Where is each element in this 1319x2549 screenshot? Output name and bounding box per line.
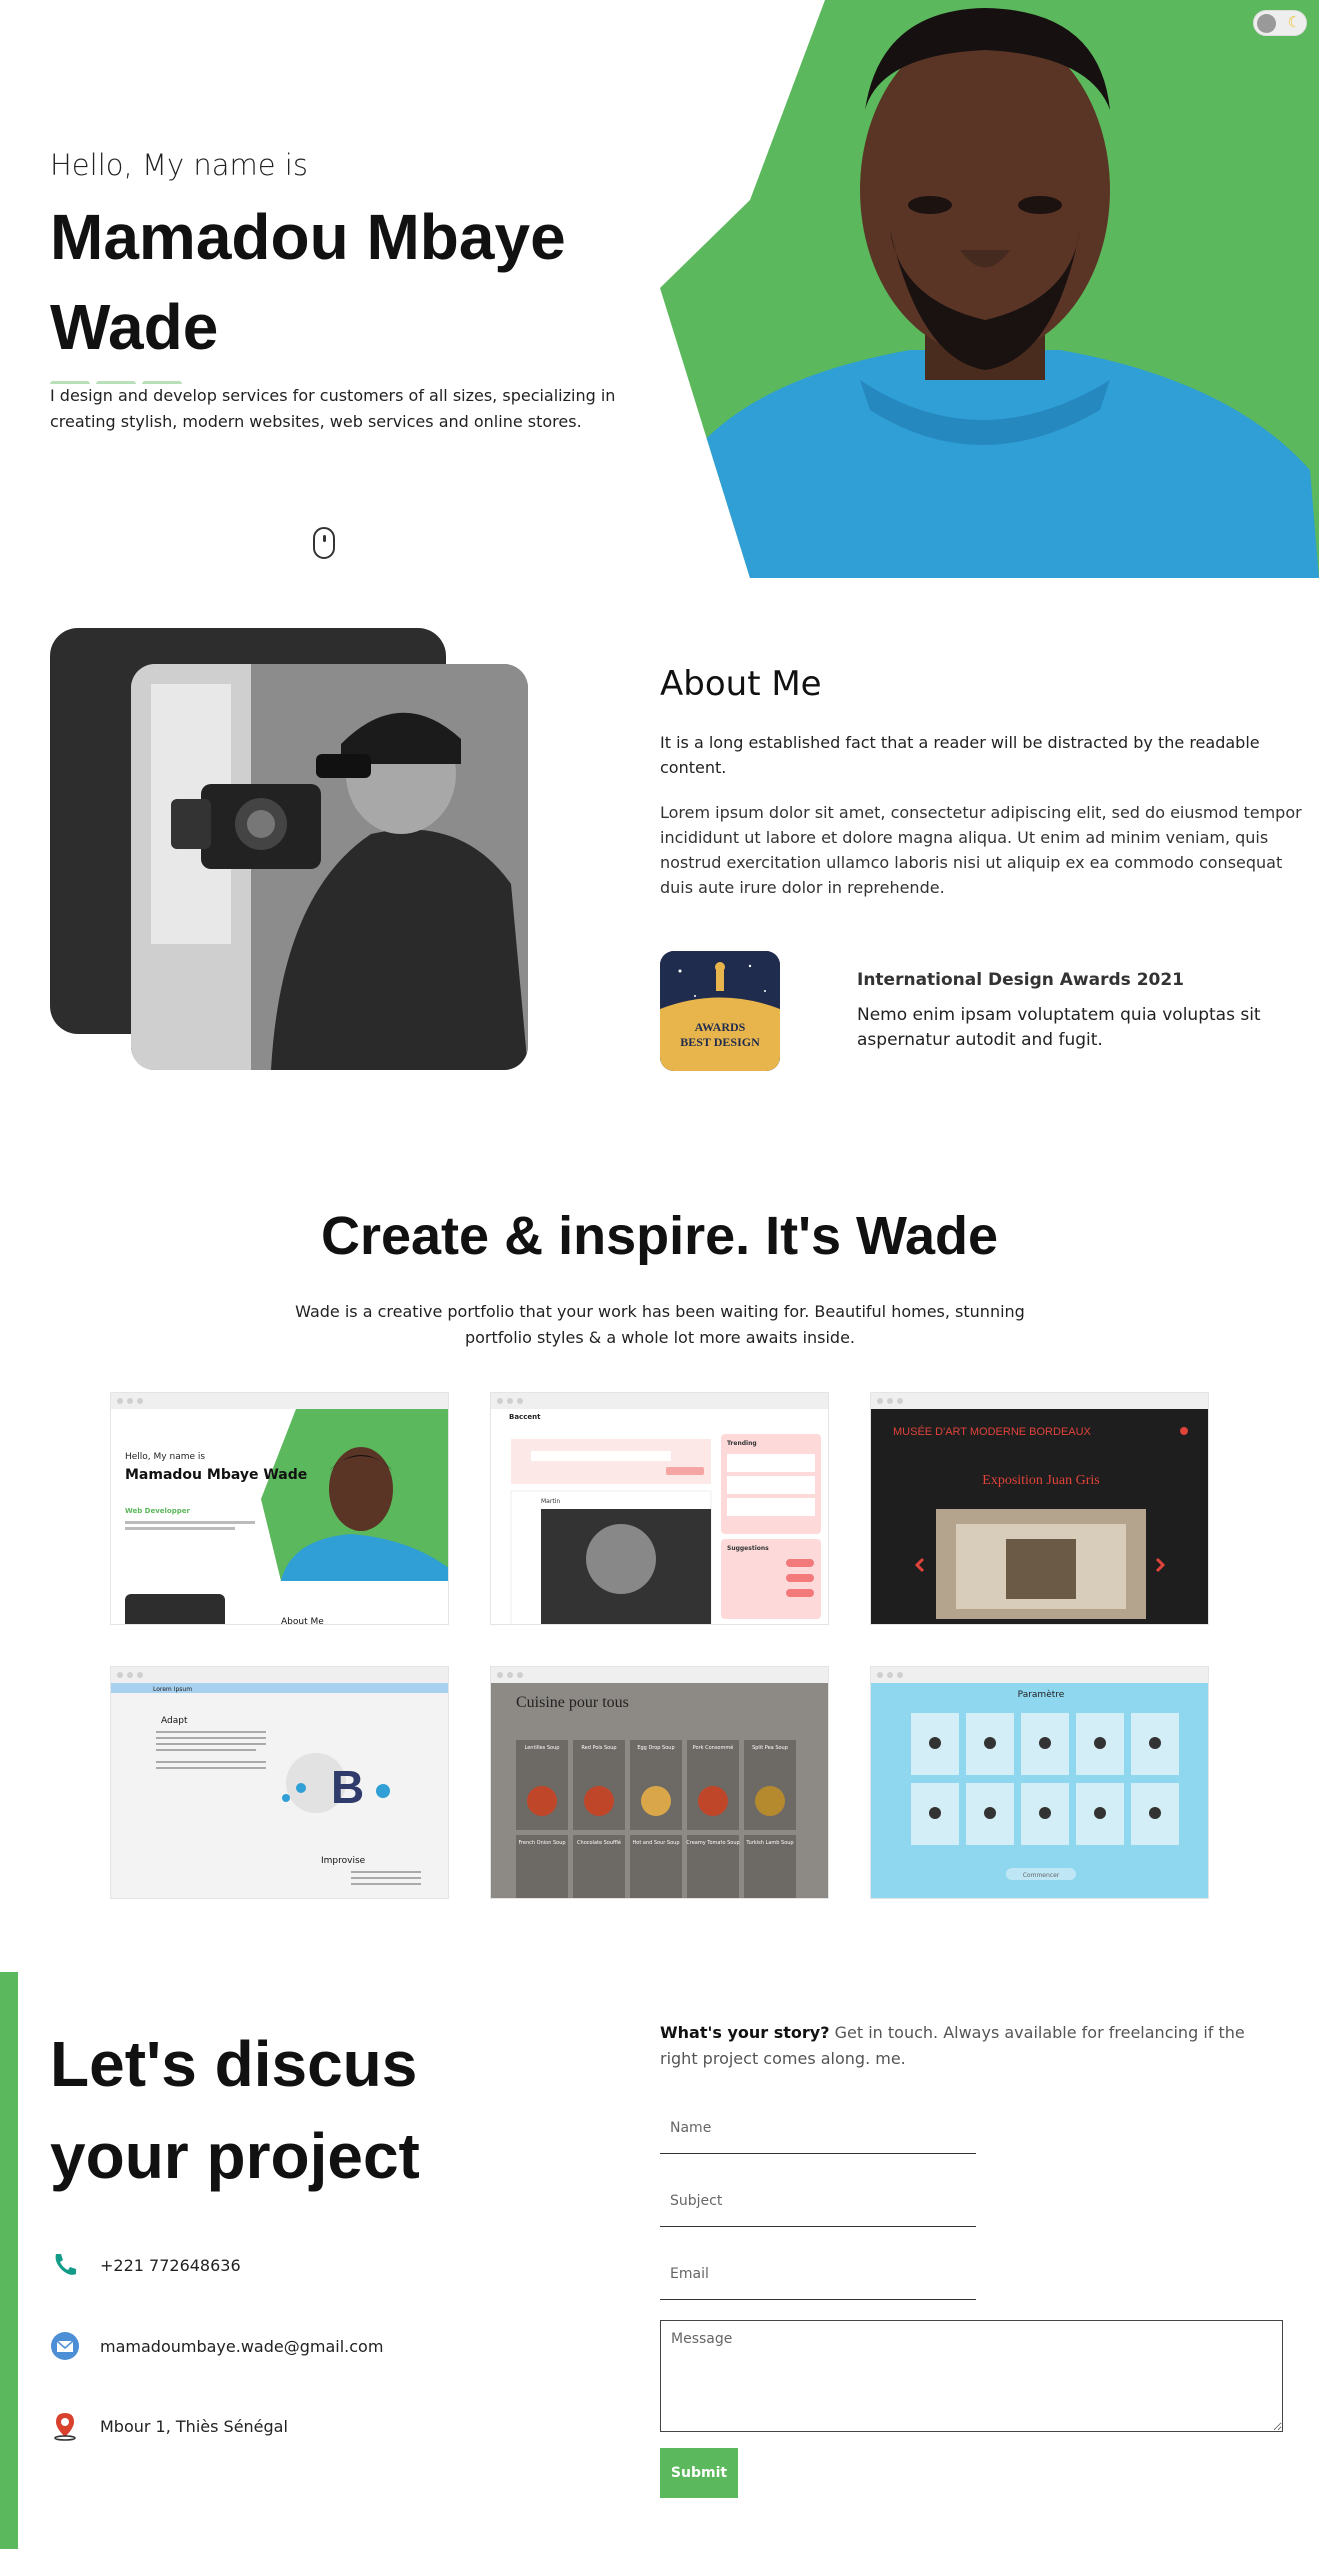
svg-text:Egg Drop Soup: Egg Drop Soup [637, 1745, 674, 1751]
svg-text:Hot and Sour Soup: Hot and Sour Soup [633, 1840, 680, 1846]
theme-toggle[interactable]: ☾ [1253, 10, 1307, 36]
svg-text:Hello, My name is: Hello, My name is [125, 1452, 205, 1462]
portfolio-card-cuisine[interactable]: Cuisine pour tous Lentilles Soup Red Poi… [490, 1666, 829, 1899]
card-window-bar [871, 1393, 1208, 1409]
subject-field[interactable] [660, 2175, 976, 2227]
portfolio-title: Create & inspire. It's Wade [320, 1206, 999, 1266]
svg-text:Paramètre: Paramètre [1018, 1689, 1065, 1700]
card-preview: Paramètre Commencer [871, 1683, 1208, 1898]
card-preview: Cuisine pour tous Lentilles Soup Red Poi… [491, 1683, 828, 1898]
toggle-knob [1257, 14, 1276, 33]
svg-text:Chocolate Soufflé: Chocolate Soufflé [577, 1839, 621, 1846]
portfolio-subtitle: Wade is a creative portfolio that your w… [295, 1302, 1025, 1347]
portfolio-card-social[interactable]: Baccent Martin Trending Suggestions [490, 1392, 829, 1625]
svg-text:MUSÉE D'ART MODERNE BORDEAUX: MUSÉE D'ART MODERNE BORDEAUX [893, 1425, 1092, 1438]
about-body: Lorem ipsum dolor sit amet, consectetur … [660, 803, 1302, 897]
contact-address: Mbour 1, Thiès Sénégal [50, 2409, 550, 2443]
svg-text:BEST DESIGN: BEST DESIGN [680, 1035, 760, 1049]
trophy-icon: AWARDS BEST DESIGN [660, 951, 780, 1071]
card-preview: Baccent Martin Trending Suggestions [491, 1409, 828, 1624]
card-window-bar [491, 1393, 828, 1409]
mouse-icon[interactable] [313, 527, 335, 559]
card-preview: Hello, My name is Mamadou Mbaye Wade Web… [111, 1409, 448, 1625]
svg-text:Creamy Tomato Soup: Creamy Tomato Soup [686, 1840, 739, 1846]
card-window-bar [491, 1667, 828, 1683]
email-field[interactable] [660, 2248, 976, 2300]
address-text: Mbour 1, Thiès Sénégal [100, 2416, 288, 2436]
svg-text:AWARDS: AWARDS [695, 1020, 746, 1034]
card-window-bar [871, 1667, 1208, 1683]
phone-icon [50, 2250, 80, 2280]
svg-text:About Me: About Me [281, 1617, 324, 1625]
phone-number: +221 772648636 [100, 2255, 241, 2275]
svg-text:Commencer: Commencer [1023, 1872, 1060, 1879]
hero-section: ☾ Hello, My name is Mamadou Mbaye Wade I… [0, 0, 1319, 578]
svg-text:Mamadou Mbaye Wade: Mamadou Mbaye Wade [125, 1467, 307, 1483]
svg-text:Web Developper: Web Developper [125, 1507, 191, 1515]
svg-text:Suggestions: Suggestions [727, 1545, 769, 1552]
about-photo [131, 664, 528, 1070]
name-field[interactable] [660, 2102, 976, 2154]
svg-text:Lorem Ipsum: Lorem Ipsum [153, 1686, 192, 1693]
hero-intro: I design and develop services for custom… [50, 386, 616, 431]
contact-email[interactable]: mamadoumbaye.wade@gmail.com [50, 2329, 550, 2363]
svg-text:French Onion Soup: French Onion Soup [518, 1840, 565, 1846]
svg-text:Adapt: Adapt [161, 1716, 188, 1726]
mail-icon [50, 2331, 80, 2361]
card-preview: MUSÉE D'ART MODERNE BORDEAUX Exposition … [871, 1409, 1208, 1624]
moon-icon: ☾ [1287, 13, 1301, 31]
svg-text:Exposition Juan Gris: Exposition Juan Gris [982, 1473, 1099, 1488]
hero-greeting: Hello, My name is [50, 148, 308, 182]
contact-phone[interactable]: +221 772648636 [50, 2248, 550, 2282]
card-preview: Lorem Ipsum Adapt B Improvise [111, 1683, 448, 1898]
about-lead: It is a long established fact that a rea… [660, 733, 1260, 777]
svg-text:Improvise: Improvise [321, 1856, 366, 1866]
hero-name: Mamadou Mbaye Wade [50, 201, 566, 363]
svg-text:Pork Consommé: Pork Consommé [693, 1744, 734, 1751]
svg-text:Martin: Martin [541, 1498, 560, 1505]
hero-portrait [660, 8, 1319, 578]
portfolio-card-museum[interactable]: MUSÉE D'ART MODERNE BORDEAUX Exposition … [870, 1392, 1209, 1625]
card-window-bar [111, 1667, 448, 1683]
award-text: Nemo enim ipsam voluptatem quia voluptas… [857, 1005, 1261, 1050]
award-title: International Design Awards 2021 [857, 970, 1185, 990]
award-badge: AWARDS BEST DESIGN [660, 951, 780, 1071]
portfolio-card-yoga[interactable]: Paramètre Commencer [870, 1666, 1209, 1899]
svg-text:Turkish Lamb Soup: Turkish Lamb Soup [745, 1840, 793, 1846]
svg-text:Trending: Trending [727, 1440, 757, 1447]
card-window-bar [111, 1393, 448, 1409]
svg-text:Baccent: Baccent [509, 1413, 541, 1421]
portfolio-card-crypto[interactable]: Lorem Ipsum Adapt B Improvise [110, 1666, 449, 1899]
svg-text:Cuisine pour tous: Cuisine pour tous [516, 1694, 629, 1711]
svg-text:Split Pea Soup: Split Pea Soup [752, 1745, 788, 1751]
contact-intro: What's your story? Get in touch. Always … [660, 2020, 1280, 2072]
location-pin-icon [50, 2411, 80, 2441]
story-heading: What's your story? [660, 2023, 830, 2042]
svg-text:Lentilles Soup: Lentilles Soup [525, 1745, 560, 1751]
portfolio-card-personal[interactable]: Hello, My name is Mamadou Mbaye Wade Web… [110, 1392, 449, 1625]
contact-accent-strip [0, 1972, 18, 2549]
about-title: About Me [660, 664, 822, 704]
message-field[interactable] [660, 2320, 1283, 2432]
submit-button[interactable]: Submit [660, 2448, 738, 2498]
svg-text:Red Pois Soup: Red Pois Soup [581, 1745, 616, 1751]
contact-title: Let's discus your project [50, 2028, 420, 2192]
email-address: mamadoumbaye.wade@gmail.com [100, 2336, 384, 2356]
svg-text:B: B [331, 1761, 364, 1813]
